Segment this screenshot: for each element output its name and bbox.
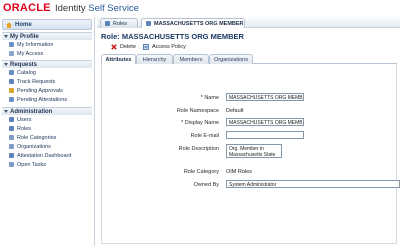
sidebar-item-role-categories[interactable]: Role Categories	[2, 133, 92, 142]
access-policy-button[interactable]: Access Policy	[143, 43, 191, 52]
tab-hierarchy[interactable]: Hierarchy	[136, 54, 173, 64]
description-label: Role Description	[178, 146, 219, 152]
sidebar-item-users[interactable]: Users	[2, 115, 92, 124]
row-owned-by: Owned By System Administrator	[102, 180, 400, 190]
category-label: Role Category	[183, 169, 219, 175]
sidebar-item-pending-approvals[interactable]: Pending Approvals	[2, 86, 92, 95]
tab-roles[interactable]: Roles	[100, 18, 138, 28]
oracle-logo: ORACLE	[3, 2, 51, 14]
name-field[interactable]: MASSACHUSETTS ORG MEMBER	[226, 93, 304, 101]
category-icon	[9, 135, 14, 140]
sidebar: Home My Profile My Information My Access…	[0, 17, 95, 246]
attestation-icon	[9, 97, 14, 102]
sidebar-section-administration: Administration Users Roles Role Categori…	[2, 107, 92, 169]
collapse-icon	[4, 63, 8, 66]
namespace-value: Default	[226, 108, 244, 114]
sidebar-item-catalog[interactable]: Catalog	[2, 68, 92, 77]
sidebar-home[interactable]: Home	[2, 19, 92, 30]
section-title: Requests	[10, 61, 38, 68]
tab-members[interactable]: Members	[173, 54, 209, 64]
section-title: Administration	[10, 108, 53, 115]
main-content: Roles MASSACHUSETTS ORG MEMBER Role: MAS…	[97, 17, 400, 246]
row-name: * Name MASSACHUSETTS ORG MEMBER	[102, 93, 398, 103]
key-icon	[9, 51, 14, 56]
email-label: Role E-mail	[190, 133, 219, 139]
sidebar-section-my-profile: My Profile My Information My Access	[2, 32, 92, 58]
owned-by-field[interactable]: System Administrator	[226, 180, 400, 188]
sidebar-section-requests: Requests Catalog Track Requests Pending …	[2, 60, 92, 104]
home-icon	[6, 22, 12, 28]
roles-icon	[9, 126, 14, 131]
collapse-icon	[4, 35, 8, 38]
description-field[interactable]: Org. Member in Massachusetts State	[226, 144, 282, 158]
sidebar-item-track-requests[interactable]: Track Requests	[2, 77, 92, 86]
tasks-icon	[9, 162, 14, 167]
sidebar-item-pending-attestations[interactable]: Pending Attestations	[2, 95, 92, 104]
product-name: Identity Self Service	[55, 3, 139, 14]
email-field[interactable]	[226, 131, 304, 139]
sidebar-item-roles[interactable]: Roles	[2, 124, 92, 133]
sidebar-item-attestation-dashboard[interactable]: Attestation Dashboard	[2, 151, 92, 160]
sidebar-item-organizations[interactable]: Organizations	[2, 142, 92, 151]
owned-by-label: Owned By	[193, 182, 219, 188]
app-header: ORACLE Identity Self Service	[0, 0, 400, 16]
section-header[interactable]: Administration	[2, 107, 92, 115]
attributes-panel: * Name MASSACHUSETTS ORG MEMBER Role Nam…	[101, 64, 400, 244]
dashboard-icon	[9, 153, 14, 158]
sidebar-item-my-information[interactable]: My Information	[2, 40, 92, 49]
tab-role-detail[interactable]: MASSACHUSETTS ORG MEMBER	[141, 18, 245, 28]
track-icon	[9, 79, 14, 84]
row-namespace: Role Namespace Default	[102, 106, 398, 116]
collapse-icon	[4, 110, 8, 113]
section-header[interactable]: Requests	[2, 60, 92, 68]
roles-icon	[105, 21, 110, 26]
catalog-icon	[9, 70, 14, 75]
sidebar-item-my-access[interactable]: My Access	[2, 49, 92, 58]
page-title: Role: MASSACHUSETTS ORG MEMBER	[101, 32, 244, 41]
user-icon	[9, 42, 14, 47]
delete-button[interactable]: Delete	[111, 43, 141, 52]
section-header[interactable]: My Profile	[2, 32, 92, 40]
row-display-name: * Display Name MASSACHUSETTS ORG MEMBER	[102, 118, 398, 128]
organization-icon	[9, 144, 14, 149]
row-email: Role E-mail	[102, 131, 398, 141]
policy-icon	[143, 44, 149, 50]
namespace-label: Role Namespace	[176, 108, 219, 114]
row-category: Role Category OIM Roles	[102, 167, 398, 177]
tab-organizations[interactable]: Organizations	[209, 54, 253, 64]
section-title: My Profile	[10, 33, 39, 40]
display-name-field[interactable]: MASSACHUSETTS ORG MEMBER	[226, 118, 304, 126]
display-name-label: * Display Name	[181, 120, 219, 126]
row-description: Role Description Org. Member in Massachu…	[102, 144, 398, 160]
delete-icon	[111, 44, 117, 50]
detail-tabs: Attributes Hierarchy Members Organizatio…	[101, 54, 397, 65]
sidebar-item-open-tasks[interactable]: Open Tasks	[2, 160, 92, 169]
sidebar-home-label: Home	[15, 21, 32, 28]
approval-icon	[9, 88, 14, 93]
role-icon	[146, 21, 151, 26]
name-label: * Name	[200, 95, 219, 101]
users-icon	[9, 117, 14, 122]
category-value: OIM Roles	[226, 169, 252, 175]
page-tab-bar: Roles MASSACHUSETTS ORG MEMBER	[97, 17, 400, 28]
